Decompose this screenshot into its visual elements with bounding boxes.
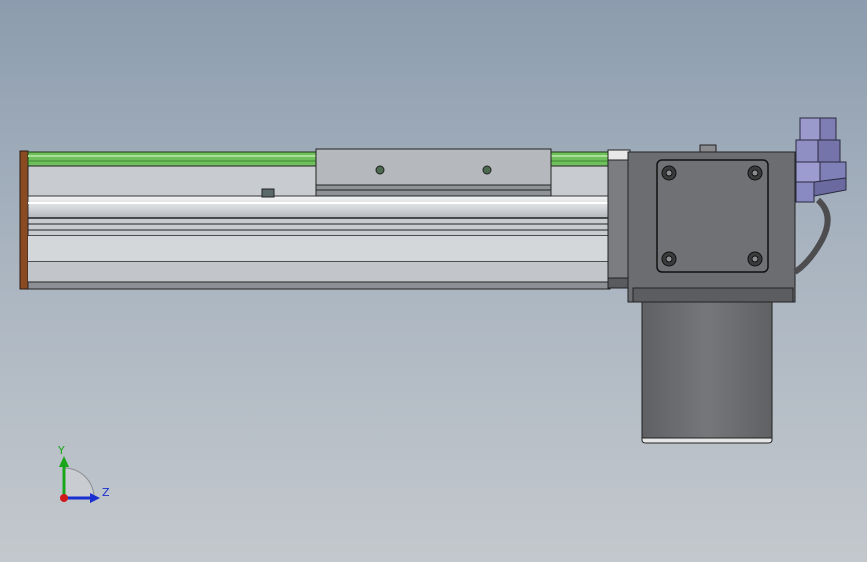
x-axis-origin [60, 494, 68, 502]
cable [793, 197, 831, 275]
carriage [315, 148, 552, 197]
carriage-screw [375, 165, 385, 175]
triad-quarter-disc [63, 467, 95, 499]
cad-viewport[interactable] [0, 0, 867, 562]
carriage-screw [482, 165, 492, 175]
y-axis-label: Y [57, 444, 65, 457]
gearbox [627, 144, 796, 303]
z-axis-label: Z [102, 486, 110, 499]
connector [795, 117, 847, 203]
flange [607, 149, 631, 289]
bolt [261, 188, 275, 198]
axis-triad: Y Z [57, 444, 110, 503]
end-plate [19, 150, 29, 290]
linear-actuator-model [19, 117, 847, 444]
motor [641, 301, 773, 444]
